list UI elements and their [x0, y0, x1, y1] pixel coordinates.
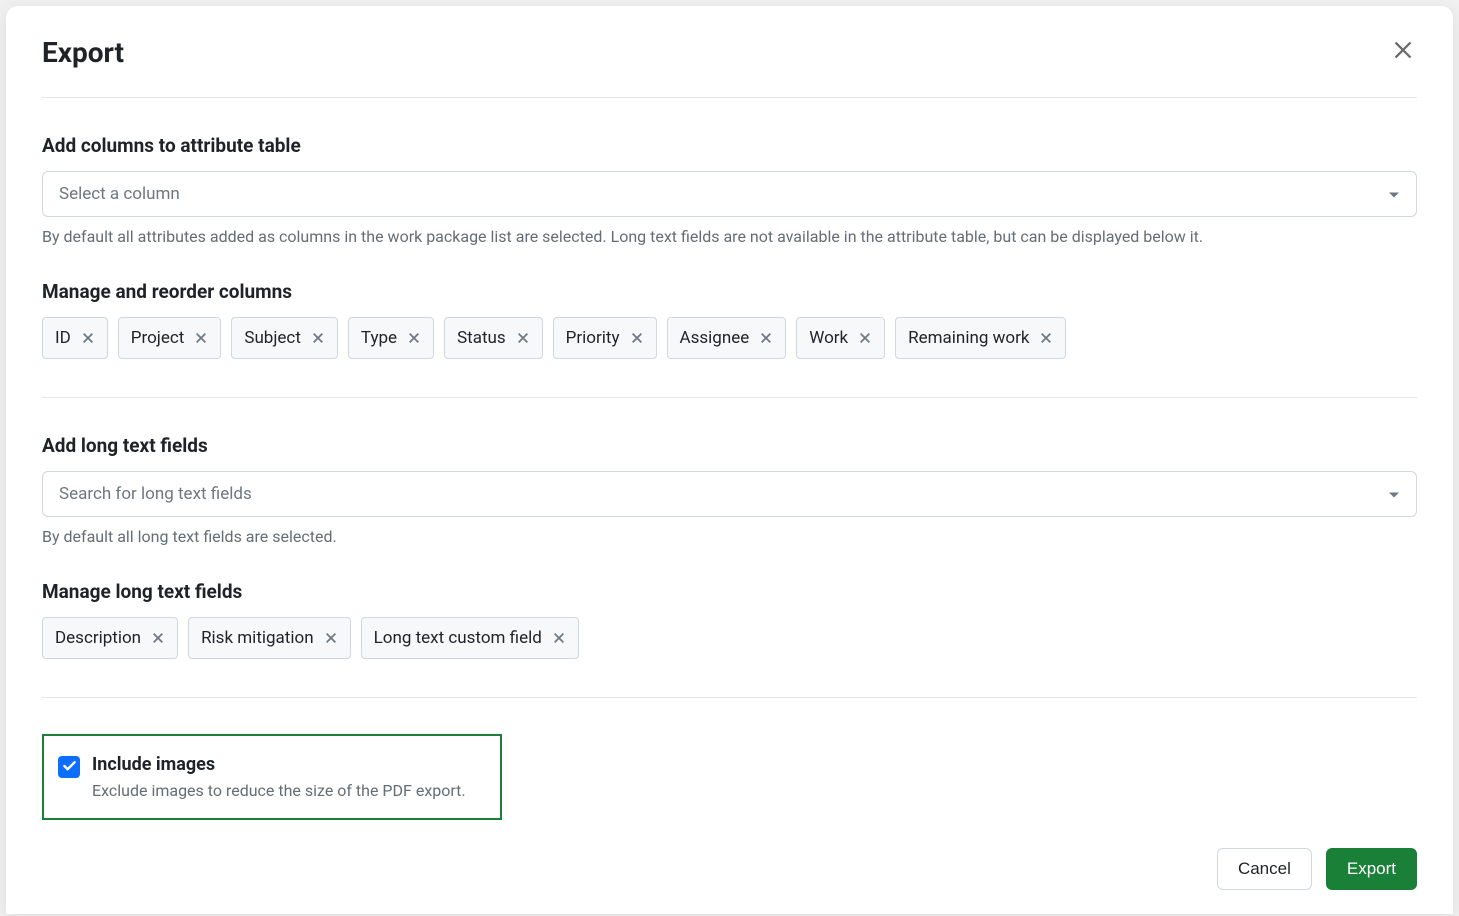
add-columns-heading: Add columns to attribute table: [42, 134, 1417, 157]
chip-remove-button[interactable]: [194, 331, 208, 345]
column-chip[interactable]: Project: [118, 317, 222, 359]
chip-label: Risk mitigation: [201, 628, 314, 648]
chip-remove-button[interactable]: [324, 631, 338, 645]
chip-label: Work: [809, 328, 848, 348]
add-longtext-heading: Add long text fields: [42, 434, 1417, 457]
include-images-checkbox[interactable]: [58, 756, 80, 778]
add-longtext-section: Add long text fields Search for long tex…: [42, 434, 1417, 546]
include-images-content: Include images Exclude images to reduce …: [92, 754, 466, 800]
section-divider: [42, 397, 1417, 398]
check-icon: [62, 758, 77, 777]
chip-remove-button[interactable]: [858, 331, 872, 345]
add-longtext-help: By default all long text fields are sele…: [42, 527, 1417, 546]
chip-label: Assignee: [680, 328, 750, 348]
column-chip[interactable]: Work: [796, 317, 885, 359]
chip-label: Status: [457, 328, 506, 348]
column-chip[interactable]: Type: [348, 317, 434, 359]
chip-label: ID: [55, 328, 71, 348]
manage-columns-heading: Manage and reorder columns: [42, 280, 1417, 303]
manage-columns-section: Manage and reorder columns ID Project Subj…: [42, 280, 1417, 359]
section-divider: [42, 697, 1417, 698]
column-chip[interactable]: Description: [42, 617, 178, 659]
longtext-chip-row: Description Risk mitigation Long text cust…: [42, 617, 1417, 659]
cancel-button[interactable]: Cancel: [1217, 848, 1312, 890]
add-columns-section: Add columns to attribute table Select a …: [42, 134, 1417, 246]
manage-longtext-heading: Manage long text fields: [42, 580, 1417, 603]
chip-remove-button[interactable]: [81, 331, 95, 345]
chip-label: Long text custom field: [374, 628, 542, 648]
manage-longtext-section: Manage long text fields Description Risk …: [42, 580, 1417, 659]
export-button[interactable]: Export: [1326, 848, 1417, 890]
chip-remove-button[interactable]: [516, 331, 530, 345]
column-chip[interactable]: Remaining work: [895, 317, 1066, 359]
chip-label: Project: [131, 328, 185, 348]
chip-label: Type: [361, 328, 397, 348]
chip-remove-button[interactable]: [1039, 331, 1053, 345]
modal-title: Export: [42, 36, 124, 69]
select-column-dropdown[interactable]: Select a column: [42, 171, 1417, 217]
chip-remove-button[interactable]: [407, 331, 421, 345]
select-column-placeholder: Select a column: [59, 184, 180, 204]
chip-label: Priority: [566, 328, 620, 348]
modal-header: Export: [42, 36, 1417, 98]
include-images-group: Include images Exclude images to reduce …: [42, 734, 502, 820]
chip-label: Subject: [244, 328, 301, 348]
chip-label: Description: [55, 628, 141, 648]
column-chip[interactable]: Priority: [553, 317, 657, 359]
search-longtext-dropdown[interactable]: Search for long text fields: [42, 471, 1417, 517]
search-longtext-placeholder: Search for long text fields: [59, 484, 252, 504]
close-button[interactable]: [1389, 36, 1417, 64]
chip-remove-button[interactable]: [151, 631, 165, 645]
chip-remove-button[interactable]: [311, 331, 325, 345]
column-chip[interactable]: ID: [42, 317, 108, 359]
chip-remove-button[interactable]: [552, 631, 566, 645]
include-images-label: Include images: [92, 754, 466, 775]
chip-remove-button[interactable]: [759, 331, 773, 345]
column-chip[interactable]: Long text custom field: [361, 617, 579, 659]
include-images-help: Exclude images to reduce the size of the…: [92, 781, 466, 800]
add-columns-help: By default all attributes added as colum…: [42, 227, 1417, 246]
column-chip[interactable]: Status: [444, 317, 543, 359]
column-chip[interactable]: Subject: [231, 317, 338, 359]
chip-remove-button[interactable]: [630, 331, 644, 345]
export-modal: Export Add columns to attribute table Se…: [6, 6, 1453, 914]
column-chip[interactable]: Assignee: [667, 317, 787, 359]
caret-down-icon: [1388, 184, 1400, 204]
columns-chip-row: ID Project Subject Type Status Priority Assign…: [42, 317, 1417, 359]
modal-footer: Cancel Export: [42, 848, 1417, 890]
chip-label: Remaining work: [908, 328, 1029, 348]
caret-down-icon: [1388, 484, 1400, 504]
column-chip[interactable]: Risk mitigation: [188, 617, 351, 659]
